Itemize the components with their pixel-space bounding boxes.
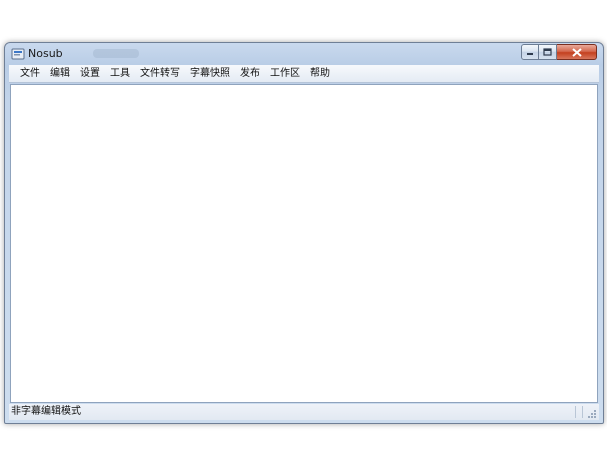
window-title: Nosub	[28, 47, 63, 60]
close-button[interactable]	[557, 44, 597, 60]
menu-publish[interactable]: 发布	[235, 66, 265, 82]
close-icon	[571, 47, 582, 57]
menu-workspace[interactable]: 工作区	[265, 66, 305, 82]
status-separators	[575, 406, 583, 418]
title-bar[interactable]: Nosub	[5, 43, 603, 65]
menu-bar: 文件 编辑 设置 工具 文件转写 字幕快照 发布 工作区 帮助	[9, 65, 599, 83]
title-extra-blur	[93, 49, 139, 58]
status-separator	[575, 406, 576, 418]
workspace-area[interactable]	[10, 84, 598, 403]
menu-subtitle-snapshot[interactable]: 字幕快照	[185, 66, 235, 82]
app-window: Nosub 文件 编辑 设置 工具 文件转写 字幕快照 发布 工作区 帮助 非字…	[4, 42, 604, 424]
menu-edit[interactable]: 编辑	[45, 66, 75, 82]
status-mode-text: 非字幕编辑模式	[11, 406, 81, 417]
maximize-button[interactable]	[539, 44, 557, 60]
menu-file[interactable]: 文件	[15, 66, 45, 82]
menu-settings[interactable]: 设置	[75, 66, 105, 82]
maximize-icon	[543, 48, 552, 56]
minimize-icon	[527, 53, 533, 55]
status-bar: 非字幕编辑模式	[9, 404, 599, 420]
minimize-button[interactable]	[521, 44, 539, 60]
app-icon	[11, 48, 25, 60]
menu-help[interactable]: 帮助	[305, 66, 335, 82]
status-separator	[582, 406, 583, 418]
menu-tools[interactable]: 工具	[105, 66, 135, 82]
resize-grip-icon[interactable]	[587, 409, 597, 419]
menu-transcribe[interactable]: 文件转写	[135, 66, 185, 82]
caption-buttons	[521, 44, 597, 60]
